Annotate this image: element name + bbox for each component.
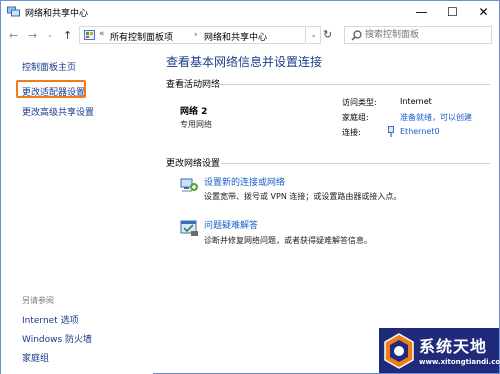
watermark-logo-icon (384, 333, 414, 369)
search-input[interactable] (365, 28, 489, 42)
left-navigation-pane: 控制面板主页 更改适配器设置 更改高级共享设置 另请参阅 Internet 选项… (1, 49, 153, 374)
ethernet-icon (388, 126, 394, 137)
troubleshoot-icon (180, 220, 198, 236)
change-advanced-sharing-link[interactable]: 更改高级共享设置 (22, 105, 94, 118)
breadcrumb-network-sharing-center[interactable]: 网络和共享中心 (204, 30, 267, 43)
search-icon (351, 30, 362, 41)
section-divider (207, 84, 490, 85)
back-arrow-icon[interactable]: ← (9, 29, 18, 42)
watermark-title: 系统天地 (419, 337, 488, 356)
address-dropdown-icon[interactable]: ⌄ (307, 26, 321, 44)
maximize-button[interactable]: ☐ (437, 1, 468, 23)
main-content: 查看基本网络信息并设置连接 查看活动网络 网络 2 专用网络 访问类型: Int… (153, 49, 499, 374)
recent-locations-icon[interactable]: ⌄ (47, 31, 53, 39)
page-title: 查看基本网络信息并设置连接 (166, 55, 323, 69)
minimize-button[interactable]: — (406, 1, 437, 23)
up-arrow-icon[interactable]: ↑ (63, 29, 72, 42)
homegroup-status-link[interactable]: 准备就绪，可以创建 (400, 112, 472, 123)
see-also-label: 另请参阅 (22, 296, 54, 305)
access-type-label: 访问类型: (342, 98, 377, 107)
window-title: 网络和共享中心 (25, 9, 89, 19)
title-bar: 网络和共享中心 — ☐ ✕ (1, 1, 499, 23)
forward-arrow-icon[interactable]: → (28, 29, 37, 42)
address-bar[interactable]: « 所有控制面板项 › 网络和共享中心 (79, 26, 306, 44)
troubleshoot-problems-link[interactable]: 问题疑难解答 (204, 218, 258, 231)
windows-firewall-link[interactable]: Windows 防火墙 (22, 332, 92, 345)
control-panel-icon (84, 30, 95, 40)
network-type: 专用网络 (180, 120, 212, 129)
access-type-value: Internet (400, 97, 432, 106)
network-sharing-center-window: 网络和共享中心 — ☐ ✕ ← → ⌄ ↑ « 所有控制面板项 › 网络和共享中… (0, 0, 500, 374)
homegroup-link[interactable]: 家庭组 (22, 351, 49, 364)
address-overflow-chevron[interactable]: « (99, 29, 105, 39)
homegroup-label: 家庭组: (342, 113, 369, 122)
change-adapter-settings-link[interactable]: 更改适配器设置 (22, 85, 85, 98)
new-connection-icon (180, 178, 198, 192)
change-network-settings-header: 更改网络设置 (166, 159, 221, 169)
network-app-icon (7, 6, 20, 17)
setup-new-connection-description: 设置宽带、拨号或 VPN 连接；或设置路由器或接入点。 (204, 192, 402, 201)
search-box[interactable] (344, 26, 492, 44)
troubleshoot-description: 诊断并修复网络问题，或者获得疑难解答信息。 (204, 236, 372, 245)
refresh-icon[interactable]: ↻ (323, 28, 332, 41)
internet-options-link[interactable]: Internet 选项 (22, 313, 79, 326)
section-divider (221, 163, 490, 164)
navigation-bar: ← → ⌄ ↑ « 所有控制面板项 › 网络和共享中心 ⌄ ↻ (1, 23, 499, 49)
control-panel-home-link[interactable]: 控制面板主页 (22, 60, 76, 73)
site-watermark: 系统天地 www.xitongtiandi.com (379, 328, 500, 373)
watermark-url: www.xitongtiandi.com (419, 358, 500, 366)
connections-label: 连接: (342, 128, 361, 137)
breadcrumb-chevron-icon[interactable]: › (194, 30, 198, 40)
network-name: 网络 2 (180, 107, 208, 117)
ethernet-connection-link[interactable]: Ethernet0 (400, 127, 440, 136)
breadcrumb-all-control-panel-items[interactable]: 所有控制面板项 (110, 30, 173, 43)
setup-new-connection-link[interactable]: 设置新的连接或网络 (204, 175, 285, 188)
close-button[interactable]: ✕ (468, 1, 499, 23)
